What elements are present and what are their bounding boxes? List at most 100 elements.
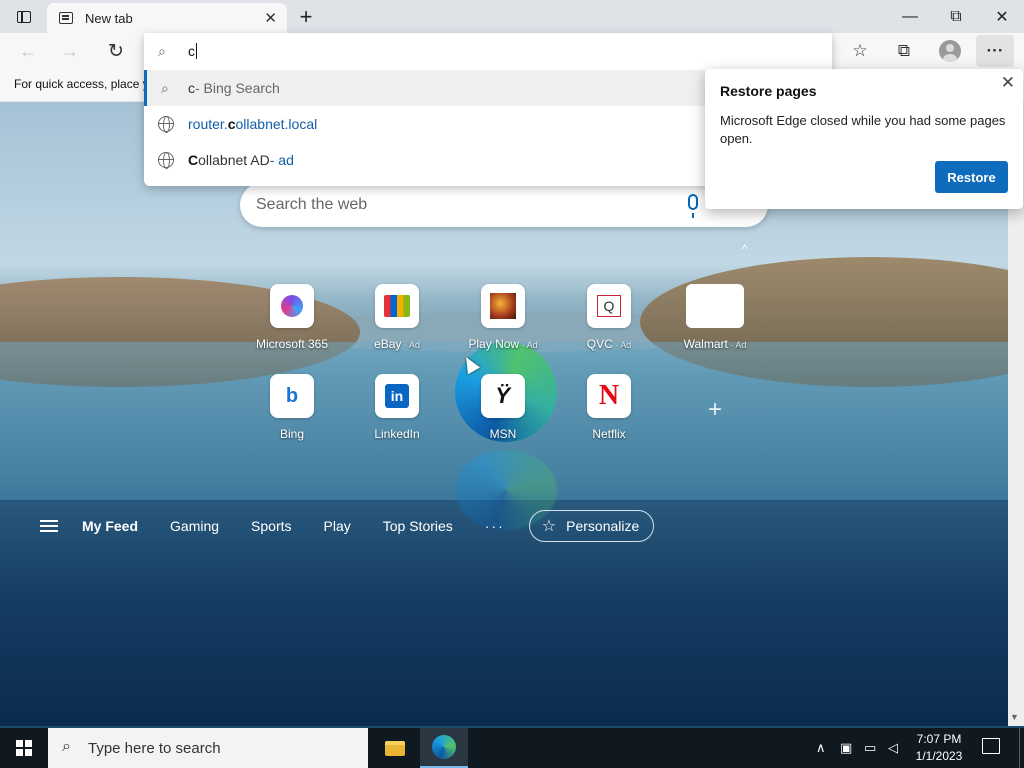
qvc-icon: Q	[587, 284, 631, 328]
close-window-button[interactable]: ✕	[979, 0, 1024, 33]
profile-button[interactable]	[930, 35, 970, 67]
suggestion-ad-tag: - ad	[269, 152, 294, 168]
clock[interactable]: 7:07 PM 1/1/2023	[908, 731, 970, 765]
title-bar: New tab ✕ + — ⧉ ✕	[0, 0, 1024, 33]
start-button[interactable]	[0, 728, 48, 768]
ebay-bag-icon	[375, 284, 419, 328]
collections-button[interactable]: ⧉	[884, 35, 924, 67]
quick-link-label: eBay	[374, 337, 402, 351]
feed-tab-top-stories[interactable]: Top Stories	[383, 518, 453, 534]
netflix-icon: N	[587, 374, 631, 418]
tab-new-tab[interactable]: New tab ✕	[47, 3, 287, 33]
quick-link-ebay[interactable]: eBay · Ad	[352, 284, 442, 364]
address-bar-input[interactable]: ⌕ c	[144, 33, 832, 69]
favorites-bar-hint: For quick access, place y	[14, 77, 149, 91]
new-tab-page-icon	[59, 12, 73, 24]
taskbar-search-box[interactable]: ⌕ Type here to search	[48, 728, 368, 768]
address-bar-value: c	[188, 43, 195, 59]
forward-button[interactable]: →	[52, 35, 88, 67]
volume-muted-icon[interactable]: ◁	[888, 740, 898, 756]
linkedin-icon: in	[375, 374, 419, 418]
minimize-button[interactable]: —	[887, 0, 933, 33]
page-search-box[interactable]: Search the web	[240, 183, 768, 227]
tab-actions-icon	[17, 10, 31, 23]
suggestion-suffix: - Bing Search	[195, 80, 280, 96]
quick-link-label: MSN	[489, 427, 517, 441]
feed-tab-sports[interactable]: Sports	[251, 518, 291, 534]
favorites-button[interactable]: ☆	[840, 35, 880, 67]
add-quick-link-button[interactable]: +	[700, 396, 730, 426]
collapse-quick-links-button[interactable]: ^	[742, 242, 748, 256]
restore-button[interactable]: Restore	[935, 161, 1008, 193]
quick-link-walmart[interactable]: Walmart · Ad	[670, 284, 760, 364]
close-icon[interactable]: ✕	[1001, 73, 1015, 93]
refresh-button[interactable]: ↻	[98, 35, 134, 67]
search-icon: ⌕	[62, 738, 71, 755]
restore-popup-message: Microsoft Edge closed while you had some…	[720, 113, 1006, 146]
ad-label: · Ad	[727, 340, 747, 350]
play-now-icon	[481, 284, 525, 328]
star-icon: ☆	[541, 518, 557, 535]
feed-tab-my-feed[interactable]: My Feed	[82, 518, 138, 534]
file-explorer-button[interactable]	[374, 728, 416, 768]
ad-label: · Ad	[401, 340, 420, 350]
suggestion-url-prefix: router.	[188, 116, 228, 132]
avatar	[939, 40, 961, 62]
quick-link-play-now[interactable]: Play Now · Ad	[458, 284, 548, 364]
show-hidden-icons-button[interactable]: ∧	[816, 740, 826, 756]
folder-icon	[385, 740, 405, 756]
quick-link-msn[interactable]: Ÿ MSN	[458, 374, 548, 454]
suggestion-match: c	[227, 116, 236, 132]
quick-link-bing[interactable]: b Bing	[247, 374, 337, 454]
walmart-icon	[686, 284, 744, 328]
feed-navigation: My Feed Gaming Sports Play Top Stories ·…	[40, 510, 655, 542]
quick-link-label: Microsoft 365	[255, 337, 329, 351]
taskbar: ⌕ Type here to search ∧ ▣ ▭ ◁ 7:07 PM 1/…	[0, 728, 1024, 768]
globe-icon	[158, 152, 174, 169]
restore-window-button[interactable]: ⧉	[933, 0, 979, 33]
clock-time: 7:07 PM	[916, 732, 962, 746]
suggestion-query: c	[188, 80, 195, 96]
edge-taskbar-button[interactable]	[420, 728, 468, 768]
show-desktop-button[interactable]	[1019, 728, 1024, 768]
suggestion-title: ollabnet AD	[198, 152, 270, 168]
quick-link-label: Play Now	[468, 337, 520, 351]
ad-label: · Ad	[519, 340, 538, 350]
quick-link-netflix[interactable]: N Netflix	[564, 374, 654, 454]
scroll-down-arrow[interactable]: ▼	[1010, 712, 1019, 722]
notification-center-icon[interactable]	[982, 738, 1000, 754]
quick-link-label: Netflix	[592, 427, 626, 441]
microsoft-365-icon	[270, 284, 314, 328]
quick-link-label: LinkedIn	[374, 427, 420, 441]
tab-close-icon[interactable]: ✕	[264, 9, 277, 27]
globe-icon	[158, 116, 174, 133]
quick-link-label: Walmart	[683, 337, 728, 351]
bing-icon: b	[270, 374, 314, 418]
meet-now-icon[interactable]: ▣	[840, 740, 852, 756]
msn-butterfly-icon: Ÿ	[481, 374, 525, 418]
quick-link-qvc[interactable]: Q QVC · Ad	[564, 284, 654, 364]
tab-title: New tab	[85, 10, 133, 26]
clock-date: 1/1/2023	[915, 749, 963, 763]
quick-link-label: Bing	[279, 427, 305, 441]
taskbar-search-placeholder: Type here to search	[88, 739, 221, 757]
search-icon: ⌕	[158, 42, 166, 59]
network-icon[interactable]: ▭	[864, 740, 876, 756]
feed-tab-play[interactable]: Play	[324, 518, 351, 534]
microphone-icon[interactable]	[688, 194, 698, 218]
back-button[interactable]: ←	[10, 35, 46, 67]
personalize-button[interactable]: ☆ Personalize	[528, 510, 655, 542]
tab-actions-button[interactable]	[2, 0, 46, 33]
quick-link-microsoft-365[interactable]: Microsoft 365	[247, 284, 337, 364]
restore-pages-popup: Restore pages Microsoft Edge closed whil…	[705, 69, 1023, 209]
more-feed-tabs-button[interactable]: ···	[485, 518, 505, 534]
suggestion-match: C	[188, 152, 199, 168]
personalize-label: Personalize	[566, 518, 640, 534]
quick-link-linkedin[interactable]: in LinkedIn	[352, 374, 442, 454]
page-search-placeholder: Search the web	[256, 196, 368, 213]
hamburger-menu-icon[interactable]	[40, 520, 58, 532]
settings-menu-button[interactable]: ···	[976, 35, 1014, 67]
feed-tab-gaming[interactable]: Gaming	[170, 518, 219, 534]
windows-logo-icon	[16, 740, 32, 756]
new-tab-button[interactable]: +	[288, 0, 324, 33]
